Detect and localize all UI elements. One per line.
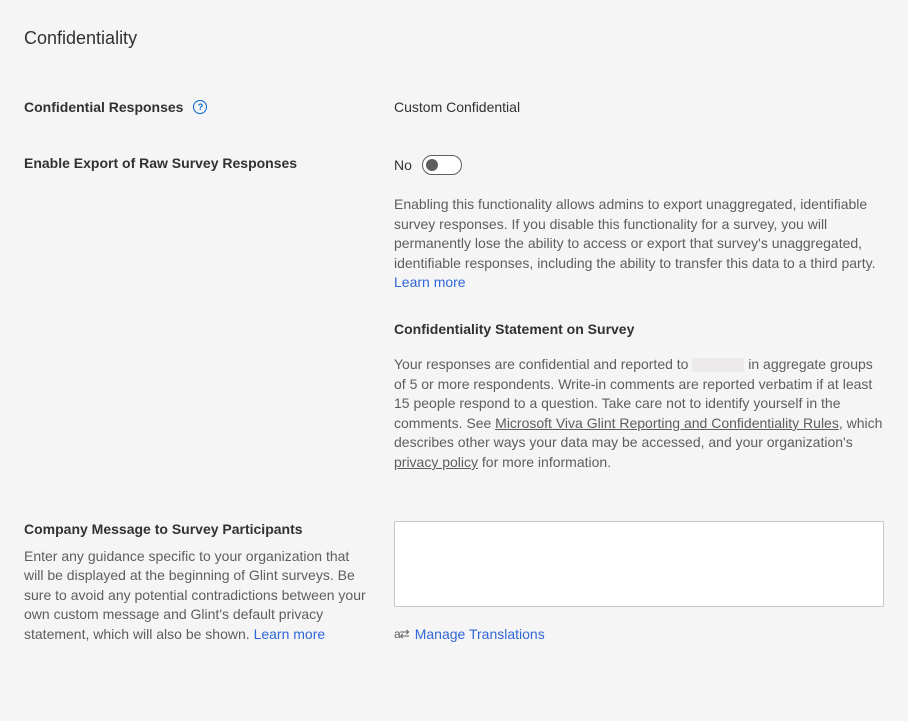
redacted-org-name (692, 358, 744, 372)
enable-export-help: Enabling this functionality allows admin… (394, 195, 884, 293)
enable-export-toggle[interactable] (422, 155, 462, 175)
statement-part1: Your responses are confidential and repo… (394, 356, 692, 372)
privacy-policy-link[interactable]: privacy policy (394, 454, 478, 470)
confidentiality-statement-heading: Confidentiality Statement on Survey (394, 321, 884, 337)
enable-export-label: Enable Export of Raw Survey Responses (24, 155, 297, 171)
company-message-section: Company Message to Survey Participants E… (24, 521, 884, 645)
confidential-responses-value: Custom Confidential (394, 99, 520, 115)
enable-export-section: Enable Export of Raw Survey Responses No… (24, 155, 884, 473)
page-title: Confidentiality (24, 28, 884, 49)
enable-export-help-text: Enabling this functionality allows admin… (394, 196, 875, 271)
company-message-label: Company Message to Survey Participants (24, 521, 303, 537)
translate-icon: a⇄ (394, 627, 409, 641)
enable-export-toggle-state: No (394, 157, 412, 173)
confidential-responses-label: Confidential Responses ? (24, 99, 207, 115)
manage-translations-link[interactable]: a⇄ Manage Translations (394, 626, 545, 642)
company-message-desc: Enter any guidance specific to your orga… (24, 547, 370, 645)
confidential-responses-section: Confidential Responses ? Custom Confiden… (24, 99, 884, 115)
confidential-responses-label-text: Confidential Responses (24, 99, 183, 115)
reporting-rules-link[interactable]: Microsoft Viva Glint Reporting and Confi… (495, 415, 839, 431)
manage-translations-text: Manage Translations (415, 626, 545, 642)
info-icon[interactable]: ? (193, 100, 207, 114)
company-message-textarea[interactable] (394, 521, 884, 607)
confidentiality-statement-text: Your responses are confidential and repo… (394, 355, 884, 473)
statement-part4: for more information. (478, 454, 611, 470)
enable-export-learn-more-link[interactable]: Learn more (394, 274, 466, 290)
company-message-learn-more-link[interactable]: Learn more (254, 626, 326, 642)
toggle-thumb-icon (426, 159, 438, 171)
